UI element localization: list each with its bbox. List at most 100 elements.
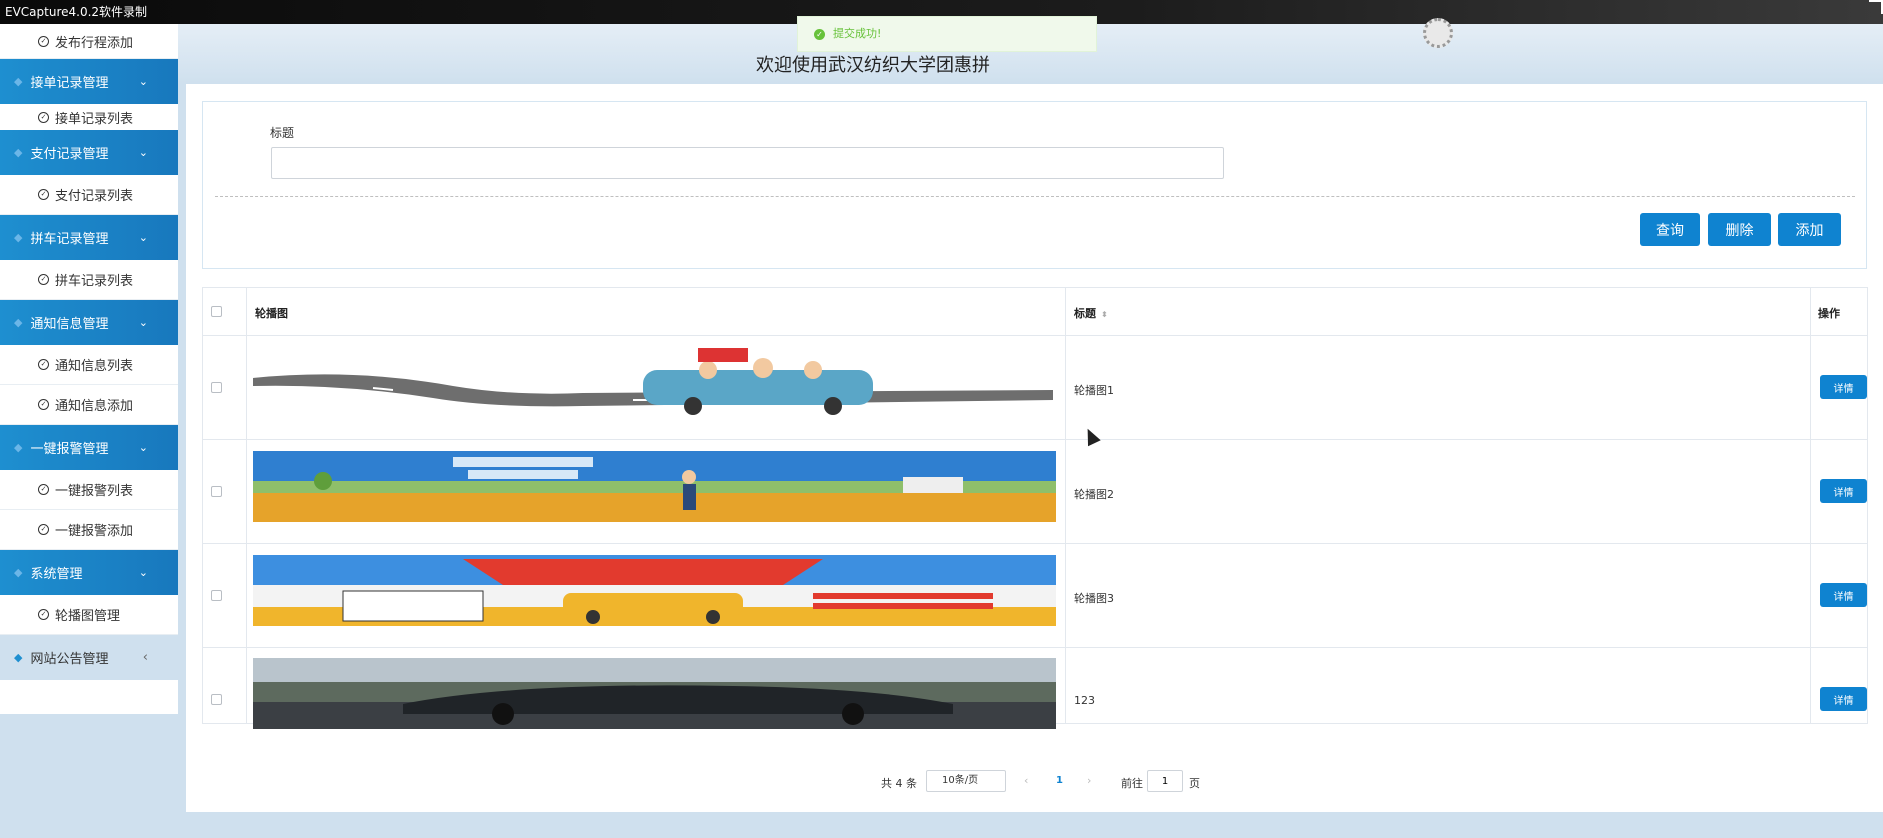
- table-header: 轮播图 标题 ⬍ 操作: [203, 288, 1867, 336]
- page-number[interactable]: 1: [1056, 775, 1063, 786]
- sidebar-item-carpool-list[interactable]: ✓ 拼车记录列表: [0, 260, 178, 300]
- car-photo-banner-icon: [253, 658, 1056, 729]
- sidebar: ✓ 发布行程添加 ◆ 接单记录管理 ⌄ ✓ 接单记录列表 ◆ 支付记录管理 ⌄ …: [0, 24, 178, 714]
- sidebar-group-label: 系统管理: [30, 567, 83, 582]
- check-circle-icon: ✓: [38, 359, 49, 370]
- sidebar-group-label: 接单记录管理: [30, 76, 109, 91]
- sidebar-item-label: 通知信息添加: [55, 399, 134, 414]
- sidebar-item-label: 拼车记录列表: [55, 274, 134, 289]
- chevron-down-icon: ⌄: [138, 231, 148, 244]
- diamond-icon: ◆: [14, 75, 23, 88]
- page-size-select[interactable]: 10条/页: [926, 770, 1006, 792]
- title-label: 标题: [270, 126, 295, 140]
- row-title: 123: [1074, 694, 1095, 707]
- row-title: 轮播图2: [1074, 488, 1114, 501]
- carpool-cartoon-banner-icon: [253, 348, 1056, 419]
- chevron-left-icon: ‹: [142, 650, 148, 665]
- diamond-icon: ◆: [14, 316, 23, 329]
- check-circle-icon: ✓: [38, 609, 49, 620]
- toast-message: 提交成功!: [833, 27, 882, 40]
- diamond-icon: ◆: [14, 146, 23, 159]
- next-page-icon[interactable]: ›: [1087, 774, 1091, 787]
- detail-button[interactable]: 详情: [1820, 583, 1867, 607]
- check-circle-icon: ✓: [814, 28, 825, 40]
- diamond-icon: ◆: [14, 231, 23, 244]
- sidebar-item-label: 一键报警列表: [55, 484, 134, 499]
- select-all-checkbox[interactable]: [211, 306, 222, 317]
- prev-page-icon[interactable]: ‹: [1024, 774, 1028, 787]
- check-circle-icon: ✓: [38, 484, 49, 495]
- sidebar-item-publish-trip-add[interactable]: ✓ 发布行程添加: [0, 24, 178, 59]
- table-row: 轮播图1 详情: [203, 336, 1867, 440]
- chevron-down-icon: ⌄: [138, 566, 148, 579]
- row-checkbox[interactable]: [211, 694, 222, 705]
- diamond-icon: ◆: [14, 441, 23, 454]
- fullscreen-icon[interactable]: [1869, 0, 1883, 14]
- check-circle-icon: ✓: [38, 189, 49, 200]
- header-image: 轮播图: [255, 307, 288, 320]
- chevron-down-icon: ⌄: [138, 441, 148, 454]
- sidebar-item-label: 通知信息列表: [55, 359, 134, 374]
- sidebar-group-system[interactable]: ◆ 系统管理 ⌄: [0, 550, 178, 595]
- sidebar-group-order-records[interactable]: ◆ 接单记录管理 ⌄: [0, 59, 178, 104]
- carousel-image: [253, 451, 1056, 522]
- row-checkbox[interactable]: [211, 382, 222, 393]
- sidebar-item-order-list[interactable]: ✓ 接单记录列表: [0, 104, 178, 130]
- detail-button[interactable]: 详情: [1820, 479, 1867, 503]
- sort-icon[interactable]: ⬍: [1101, 310, 1108, 319]
- sidebar-group-payment-records[interactable]: ◆ 支付记录管理 ⌄: [0, 130, 178, 175]
- chevron-down-icon: ⌄: [138, 316, 148, 329]
- sidebar-item-notification-list[interactable]: ✓ 通知信息列表: [0, 345, 178, 385]
- sidebar-item-alarm-list[interactable]: ✓ 一键报警列表: [0, 470, 178, 510]
- main-content: 标题 查询 删除 添加 轮播图 标题 ⬍ 操作 轮播图1 详情 轮播图2 详情 …: [186, 84, 1883, 812]
- header-title-label: 标题: [1074, 307, 1096, 320]
- sidebar-item-notification-add[interactable]: ✓ 通知信息添加: [0, 385, 178, 425]
- table-row: 轮播图2 详情: [203, 440, 1867, 544]
- table-row: 轮播图3 详情: [203, 544, 1867, 648]
- title-search-input[interactable]: [271, 147, 1224, 179]
- header-actions: 操作: [1818, 307, 1840, 320]
- add-button[interactable]: 添加: [1778, 213, 1841, 246]
- sidebar-item-label: 一键报警添加: [55, 524, 134, 539]
- sidebar-group-label: 支付记录管理: [30, 147, 109, 162]
- diamond-icon: ◆: [14, 566, 23, 579]
- sidebar-item-label: 接单记录列表: [55, 111, 134, 127]
- search-panel: 标题 查询 删除 添加: [202, 101, 1867, 269]
- sidebar-group-notifications[interactable]: ◆ 通知信息管理 ⌄: [0, 300, 178, 345]
- recorder-title: EVCapture4.0.2软件录制: [5, 5, 148, 19]
- check-circle-icon: ✓: [38, 274, 49, 285]
- carousel-image: [253, 348, 1056, 419]
- sidebar-group-announcements[interactable]: ◆ 网站公告管理 ‹: [0, 635, 178, 680]
- chevron-down-icon: ⌄: [138, 146, 148, 159]
- sidebar-group-label: 一键报警管理: [30, 442, 109, 457]
- carousel-image: [253, 555, 1056, 626]
- sidebar-background: [0, 714, 178, 838]
- sidebar-group-label: 网站公告管理: [30, 652, 109, 667]
- row-checkbox[interactable]: [211, 486, 222, 497]
- loading-spinner-icon: [1423, 18, 1453, 48]
- detail-button[interactable]: 详情: [1820, 687, 1867, 711]
- header-title[interactable]: 标题 ⬍: [1074, 305, 1108, 321]
- pagination: 共 4 条 10条/页 ‹ 1 › 前往 页: [186, 770, 1883, 794]
- sidebar-group-alarm[interactable]: ◆ 一键报警管理 ⌄: [0, 425, 178, 470]
- row-title: 轮播图1: [1074, 384, 1114, 397]
- sidebar-item-alarm-add[interactable]: ✓ 一键报警添加: [0, 510, 178, 550]
- pagination-total: 共 4 条: [881, 777, 917, 790]
- sidebar-group-carpool-records[interactable]: ◆ 拼车记录管理 ⌄: [0, 215, 178, 260]
- search-button[interactable]: 查询: [1640, 213, 1700, 246]
- detail-button[interactable]: 详情: [1820, 375, 1867, 399]
- row-title: 轮播图3: [1074, 592, 1114, 605]
- carpool-qr-banner-icon: [253, 555, 1056, 626]
- check-circle-icon: ✓: [38, 35, 49, 47]
- sidebar-item-carousel[interactable]: ✓ 轮播图管理: [0, 595, 178, 635]
- goto-page-input[interactable]: [1147, 770, 1183, 792]
- check-circle-icon: ✓: [38, 399, 49, 410]
- row-checkbox[interactable]: [211, 590, 222, 601]
- sidebar-group-label: 通知信息管理: [30, 317, 109, 332]
- delete-button[interactable]: 删除: [1708, 213, 1771, 246]
- sidebar-item-label: 支付记录列表: [55, 189, 134, 204]
- sidebar-item-payment-list[interactable]: ✓ 支付记录列表: [0, 175, 178, 215]
- table-row: 123 详情: [203, 648, 1867, 752]
- sidebar-item-label: 轮播图管理: [55, 609, 121, 624]
- goto-label: 前往: [1121, 777, 1143, 790]
